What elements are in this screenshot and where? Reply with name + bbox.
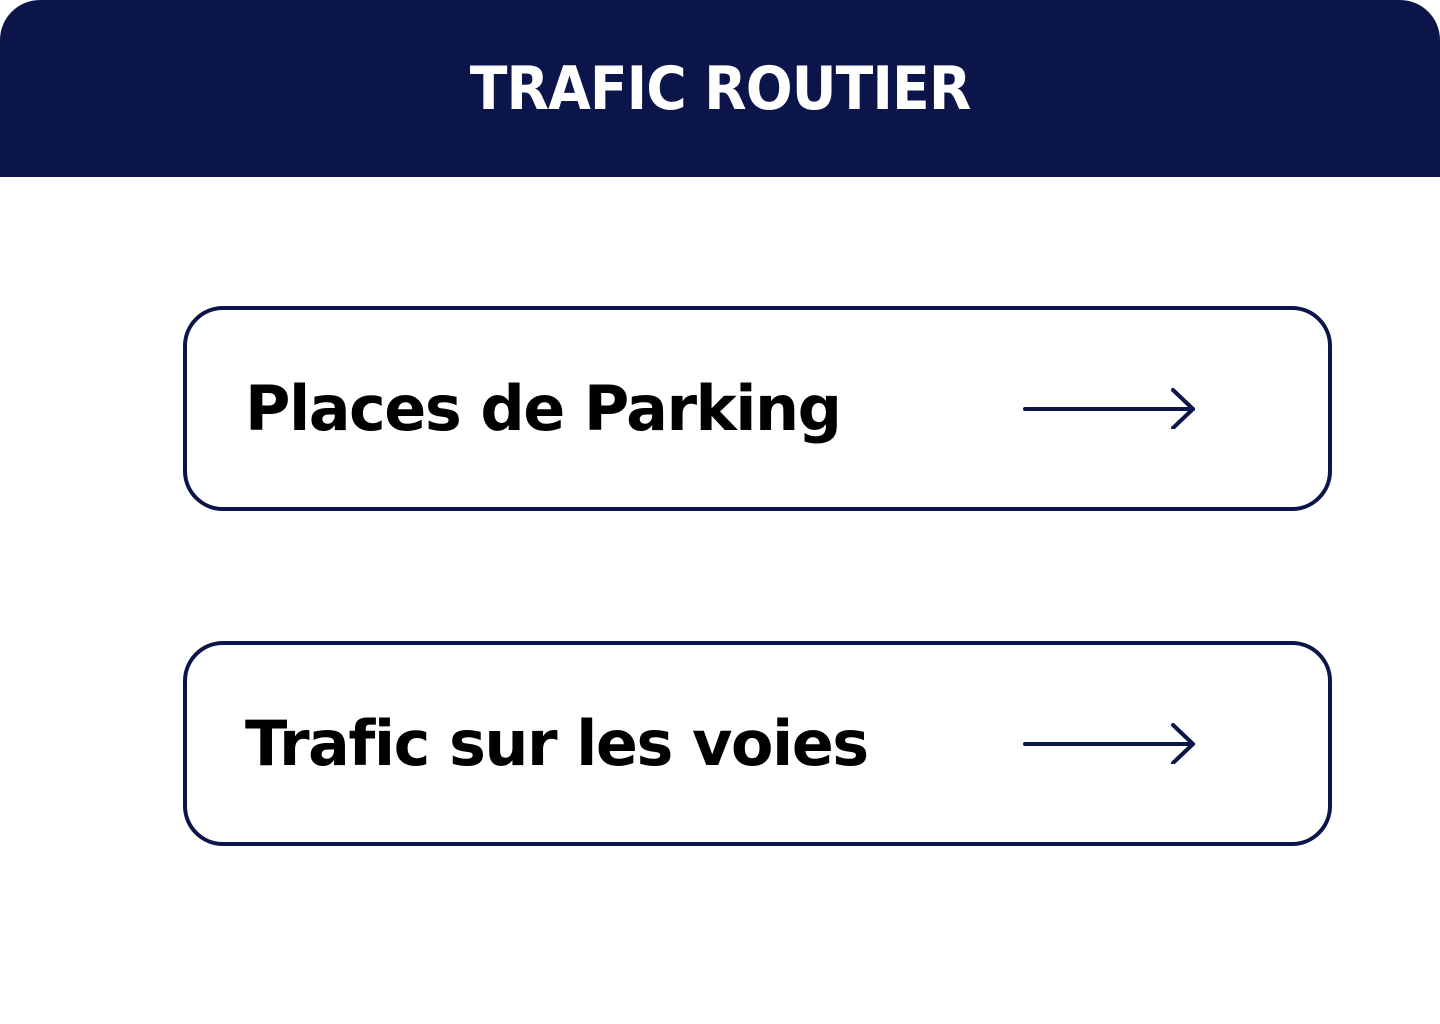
arrow-right-icon (1023, 722, 1195, 764)
menu-item-places-de-parking[interactable]: Places de Parking (183, 306, 1332, 511)
menu-item-trafic-sur-les-voies[interactable]: Trafic sur les voies (183, 641, 1332, 846)
page-title: TRAFIC ROUTIER (469, 53, 972, 124)
menu-item-label: Places de Parking (245, 371, 842, 445)
header-bar: TRAFIC ROUTIER (0, 0, 1440, 177)
menu-item-label: Trafic sur les voies (245, 706, 869, 780)
page: TRAFIC ROUTIER Places de Parking Trafic … (0, 0, 1440, 1024)
arrow-right-icon (1023, 387, 1195, 429)
